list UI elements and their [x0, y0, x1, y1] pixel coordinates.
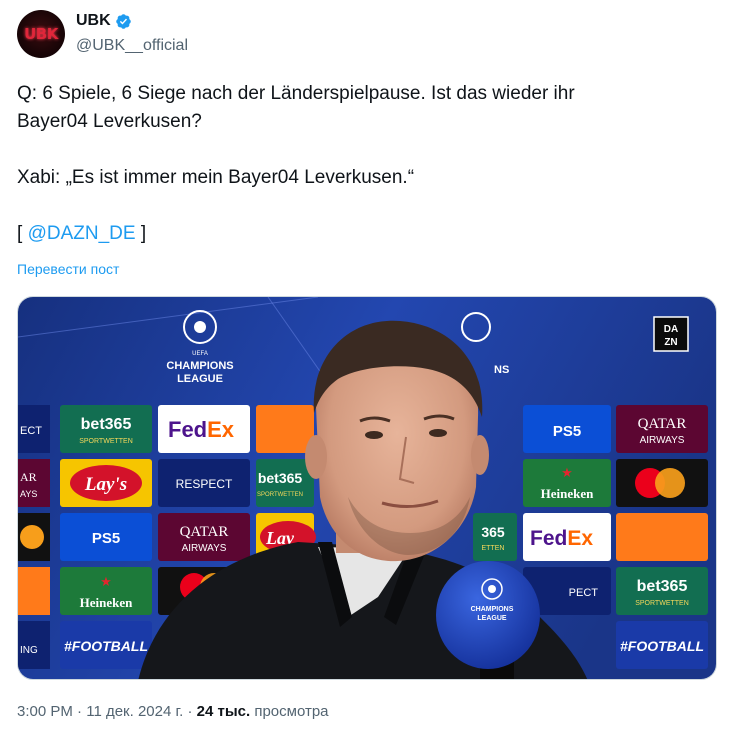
tweet-media-image[interactable]: UEFA CHAMPIONS LEAGUE NS DA ZN ECT bet36… [17, 296, 717, 680]
sponsor-tile-football: #FOOTBALL [616, 621, 708, 669]
sponsor-tile-heineken: ★ Heineken [523, 459, 611, 507]
view-count: 24 тыс. [196, 703, 251, 720]
svg-text:bet365: bet365 [258, 470, 303, 486]
tweet-line: Q: 6 Spiele, 6 Siege nach der Länderspie… [17, 83, 575, 104]
bracket-close: ] [135, 223, 147, 244]
author-handle[interactable]: @UBK__official [76, 37, 188, 55]
sponsor-tile-bet365: bet365 SPORTWETTEN [60, 405, 152, 453]
sponsor-tile-delivery [256, 405, 314, 453]
svg-text:#FOOTBALL: #FOOTBALL [64, 638, 148, 654]
sponsor-tile-respect-partial: ECT [18, 405, 50, 453]
avatar-logo-text: UBK [24, 25, 58, 43]
tweet-time[interactable]: 3:00 PM [17, 703, 73, 720]
sponsor-tile-bet365: bet365 SPORTWETTEN [256, 459, 314, 507]
sponsor-tile-respect: RESPECT [158, 459, 250, 507]
sponsor-tile-qatar: QATAR AIRWAYS [616, 405, 708, 453]
svg-text:AIRWAYS: AIRWAYS [640, 435, 685, 446]
svg-text:#FOOTBALL: #FOOTBALL [620, 638, 704, 654]
sponsor-tile-fedex: FedEx [158, 405, 250, 453]
svg-text:QATAR: QATAR [638, 416, 687, 432]
svg-text:AR: AR [20, 470, 37, 484]
svg-text:NS: NS [494, 364, 509, 376]
sponsor-tile-qatar-partial: AR AYS [18, 459, 50, 507]
svg-text:bet365: bet365 [637, 578, 688, 595]
svg-text:DA: DA [664, 324, 678, 335]
svg-text:Heineken: Heineken [541, 486, 594, 501]
sponsor-tile-heineken: ★ Heineken [60, 567, 152, 615]
svg-text:ING: ING [20, 645, 38, 656]
verified-badge-icon [115, 13, 131, 29]
svg-text:FedEx: FedEx [530, 527, 593, 550]
sponsor-tile-football: #FOOTBALL [60, 621, 152, 669]
sponsor-tile-mastercard [616, 459, 708, 507]
view-label: просмотра [250, 703, 329, 720]
svg-text:QATAR: QATAR [180, 524, 229, 540]
tweet-source-line: [ @DAZN_DE ] [17, 220, 707, 248]
svg-text:bet365: bet365 [81, 416, 132, 433]
sponsor-tile-delivery [616, 513, 708, 561]
svg-text:★: ★ [100, 575, 112, 590]
sponsor-tile-bet365: bet365 SPORTWETTEN [616, 567, 708, 615]
dazn-logo: DA ZN [653, 316, 689, 352]
svg-text:AYS: AYS [20, 489, 37, 499]
tweet-meta: 3:00 PM · 11 дек. 2024 г. · 24 тыс. прос… [17, 703, 329, 720]
svg-text:Lay's: Lay's [84, 474, 127, 495]
sponsor-tile-ps5: PS5 [523, 405, 611, 453]
svg-text:UEFA: UEFA [192, 351, 208, 357]
author-display-name[interactable]: UBK [76, 12, 132, 30]
svg-text:SPORTWETTEN: SPORTWETTEN [635, 600, 689, 607]
bracket-open: [ [17, 223, 28, 244]
svg-text:★: ★ [561, 466, 573, 481]
sponsor-tile-lays: Lay's [60, 459, 152, 507]
svg-text:ECT: ECT [20, 425, 42, 437]
mention-link[interactable]: @DAZN_DE [28, 223, 136, 244]
svg-text:PS5: PS5 [92, 530, 120, 547]
sponsor-tile-bet365-partial: 365 ETTEN [473, 513, 517, 561]
svg-text:AIRWAYS: AIRWAYS [182, 543, 227, 554]
sponsor-tile-partial: ING [18, 621, 50, 669]
sponsor-tile-partial [18, 567, 50, 615]
svg-text:CHAMPIONS: CHAMPIONS [166, 360, 233, 372]
tweet-text: Q: 6 Spiele, 6 Siege nach der Länderspie… [17, 80, 707, 248]
tweet-line: Bayer04 Leverkusen? [17, 111, 202, 132]
svg-text:PECT: PECT [569, 587, 599, 599]
svg-text:SPORTWETTEN: SPORTWETTEN [79, 438, 133, 445]
svg-text:LEAGUE: LEAGUE [177, 373, 223, 385]
svg-text:ETTEN: ETTEN [482, 545, 505, 552]
svg-text:LEAGUE: LEAGUE [477, 615, 507, 622]
translate-post-link[interactable]: Перевести пост [17, 261, 119, 277]
sponsor-tile-ps5: PS5 [60, 513, 152, 561]
sponsor-tile-qatar: QATAR AIRWAYS [158, 513, 250, 561]
svg-text:RESPECT: RESPECT [176, 477, 233, 491]
svg-text:Heineken: Heineken [80, 595, 133, 610]
svg-text:PS5: PS5 [553, 423, 581, 440]
svg-text:365: 365 [481, 524, 505, 540]
tweet-line: Xabi: „Es ist immer mein Bayer04 Leverku… [17, 167, 415, 188]
tweet-date[interactable]: 11 дек. 2024 г. [86, 703, 183, 720]
display-name-text: UBK [76, 12, 111, 29]
svg-text:ZN: ZN [664, 337, 677, 348]
avatar[interactable]: UBK [17, 10, 65, 58]
svg-text:FedEx: FedEx [168, 417, 235, 442]
svg-text:SPORTWETTEN: SPORTWETTEN [257, 492, 303, 498]
sponsor-tile-partial [18, 513, 50, 561]
svg-text:CHAMPIONS: CHAMPIONS [471, 606, 514, 613]
sponsor-tile-fedex: FedEx [523, 513, 611, 561]
